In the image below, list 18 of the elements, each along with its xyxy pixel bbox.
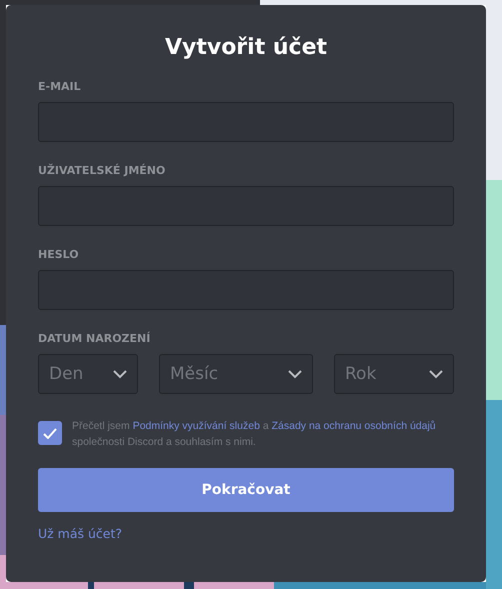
field-label: E-MAIL (38, 80, 82, 93)
field-label: UŽIVATELSKÉ JMÉNO (38, 164, 166, 177)
chevron-down-icon (288, 370, 302, 378)
chevron-down-icon (429, 370, 443, 378)
agreement-text: Přečetl jsem Podmínky využívání služeb a Zásady na ochranu osobních údajů společnosti Discord a souhlasím s nimi. (72, 419, 437, 450)
checkbox[interactable] (38, 421, 62, 445)
dropdown-field[interactable]: Rok (334, 354, 454, 394)
terms-link[interactable]: Podmínky využívání služeb (132, 420, 260, 432)
dropdown-field[interactable]: Měsíc (159, 354, 313, 394)
login-link[interactable]: Už máš účet? (38, 526, 122, 541)
chevron-down-icon (113, 370, 127, 378)
form-title: Vytvořit účet (164, 35, 328, 60)
field-label: HESLO (38, 248, 80, 261)
continue-button[interactable]: Pokračovat (38, 468, 454, 512)
dropdown-field[interactable]: Den (38, 354, 138, 394)
checkmark-icon (43, 428, 57, 438)
field-label: DATUM NAROZENÍ (38, 332, 152, 345)
privacy-link[interactable]: Zásady na ochranu osobních údajů (272, 420, 436, 432)
